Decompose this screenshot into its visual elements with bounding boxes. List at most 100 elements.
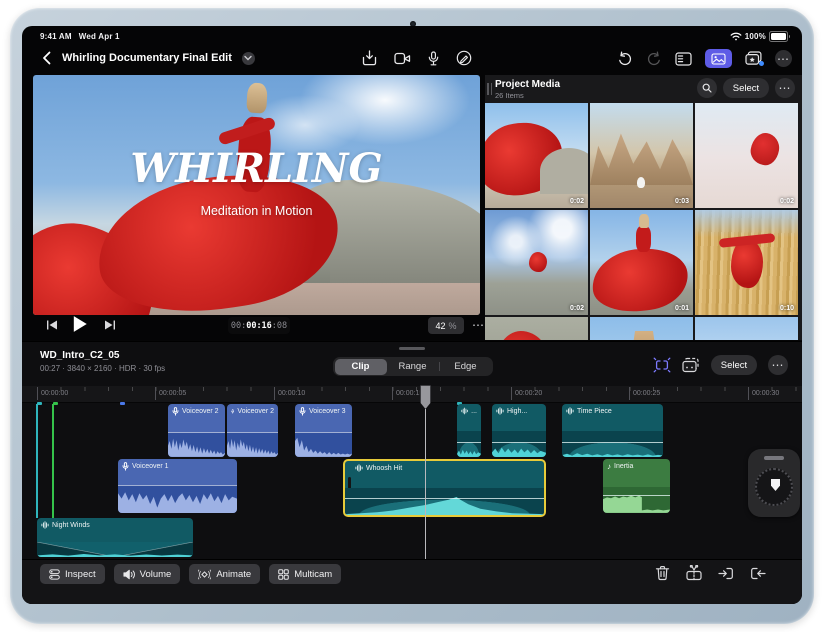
microphone-icon[interactable] <box>428 50 439 66</box>
duration-badge: 0:10 <box>779 305 794 312</box>
append-clip-icon[interactable] <box>750 566 766 581</box>
battery-percent: 100% <box>744 31 766 41</box>
project-media-title: Project Media <box>495 79 561 90</box>
toolbar-left: Whirling Documentary Final Edit <box>42 51 255 65</box>
playhead-line <box>425 406 426 559</box>
zoom-value: 42 <box>435 320 446 331</box>
video-viewer[interactable]: WHIRLING Meditation in Motion <box>33 75 480 315</box>
media-photo-icon[interactable] <box>705 49 732 68</box>
media-thumb[interactable] <box>590 317 693 340</box>
timeline-footer: Inspect Volume Animate Multicam <box>22 559 802 604</box>
timeline-clip-voiceover2a[interactable]: Voiceover 2 <box>168 404 225 457</box>
ruler-label: 00:00:05 <box>159 390 187 397</box>
media-thumb[interactable]: 0:02 <box>485 210 588 315</box>
jog-wheel-dial[interactable] <box>755 468 793 506</box>
media-thumb[interactable]: 0:02 <box>485 103 588 208</box>
project-media-panel: Project Media 26 Items Select ⋯ 0:02 0:0… <box>485 75 802 340</box>
more-options-icon[interactable]: ⋯ <box>775 50 792 67</box>
project-media-count: 26 Items <box>495 91 524 100</box>
screen: 9:41 AM Wed Apr 1 100% Whirling Document… <box>22 26 802 604</box>
media-thumb[interactable]: 0:03 <box>590 103 693 208</box>
media-grid: 0:02 0:03 0:02 0:02 0:01 0:10 <box>485 103 800 340</box>
redo-icon[interactable] <box>646 51 662 67</box>
timeline-more-icon[interactable]: ⋯ <box>768 355 788 375</box>
timeline-clip-whoosh-hit[interactable]: Whoosh Hit <box>343 459 546 517</box>
export-icon[interactable] <box>362 50 377 66</box>
play-icon[interactable] <box>72 315 88 333</box>
media-thumb[interactable]: 0:01 <box>590 210 693 315</box>
camera-icon[interactable] <box>394 52 411 65</box>
timeline-clip-inertia[interactable]: ♪ Inertia <box>603 459 670 513</box>
title-menu-chevron-icon[interactable] <box>241 51 255 65</box>
timeline-clip-sfx-high[interactable]: High... <box>492 404 546 457</box>
timeline-panel: WD_Intro_C2_05 00:27 · 3840 × 2160 · HDR… <box>22 341 802 604</box>
status-bar-right: 100% <box>730 31 790 42</box>
thin-clip[interactable] <box>36 404 38 518</box>
timecode[interactable]: 00: 00:16:08 <box>228 317 290 334</box>
mode-range[interactable]: Range <box>387 359 439 375</box>
inspect-button[interactable]: Inspect <box>40 564 105 584</box>
insert-clip-icon[interactable] <box>718 566 734 581</box>
timeline-clip-voiceover1[interactable]: Voiceover 1 <box>118 459 237 513</box>
timeline-clip-night-winds[interactable]: Night Winds <box>37 518 193 557</box>
undo-icon[interactable] <box>617 51 633 67</box>
ruler-label: 00:00:00 <box>41 390 69 397</box>
media-thumb[interactable] <box>485 317 588 340</box>
duration-badge: 0:02 <box>779 198 794 205</box>
mode-edge[interactable]: Edge <box>440 359 492 375</box>
mode-clip[interactable]: Clip <box>334 358 387 375</box>
search-icon[interactable] <box>697 78 717 98</box>
playhead-handle[interactable] <box>420 385 431 409</box>
library-star-icon[interactable] <box>745 51 764 66</box>
thin-clip[interactable] <box>52 404 54 518</box>
media-select-button[interactable]: Select <box>723 78 769 98</box>
status-time: 9:41 AM <box>40 32 72 41</box>
battery-icon <box>769 31 790 42</box>
viewer-zoom-control[interactable]: 42 % <box>428 317 464 334</box>
toolbar-right: ⋯ <box>617 49 792 68</box>
duration-badge: 0:02 <box>569 305 584 312</box>
wifi-icon <box>730 32 742 41</box>
media-thumb[interactable]: 0:10 <box>695 210 798 315</box>
timeline-ruler[interactable]: 00:00:00 00:00:05 00:00:10 00:00:15 00:0… <box>22 386 802 403</box>
timeline-clip-sfx-small[interactable]: ... <box>457 404 481 457</box>
viewer-more-icon[interactable]: ⋯ <box>472 319 485 331</box>
ruler-label: 00:00:20 <box>515 390 543 397</box>
media-thumb[interactable]: 0:02 <box>695 103 798 208</box>
timeline-clip-voiceover2b[interactable]: Voiceover 2 <box>227 404 278 457</box>
timeline-clip-meta: 00:27 · 3840 × 2160 · HDR · 30 fps <box>40 364 166 373</box>
clip-skimmer-icon[interactable] <box>682 357 700 373</box>
timeline-clip-voiceover3[interactable]: Voiceover 3 <box>295 404 352 457</box>
split-clip-icon[interactable] <box>686 565 702 581</box>
duration-badge: 0:03 <box>674 198 689 205</box>
snapping-icon[interactable] <box>653 357 671 373</box>
duration-badge: 0:02 <box>569 198 584 205</box>
project-title[interactable]: Whirling Documentary Final Edit <box>62 52 232 64</box>
notification-dot <box>759 61 764 66</box>
ruler-label: 00:00:15 <box>396 390 424 397</box>
animate-button[interactable]: Animate <box>189 564 261 584</box>
volume-button[interactable]: Volume <box>113 564 181 584</box>
note-icon: ♪ <box>607 462 611 471</box>
duration-badge: 0:01 <box>674 305 689 312</box>
status-date: Wed Apr 1 <box>78 32 120 41</box>
trash-icon[interactable] <box>655 565 670 581</box>
next-frame-icon[interactable] <box>104 319 116 331</box>
browser-list-icon[interactable] <box>675 51 692 66</box>
timeline-resize-handle[interactable] <box>399 347 425 350</box>
jog-wheel[interactable] <box>748 449 800 517</box>
media-more-icon[interactable]: ⋯ <box>775 78 795 98</box>
timeline-clip-time-piece[interactable]: Time Piece <box>562 404 663 457</box>
back-chevron-icon[interactable] <box>42 51 52 65</box>
status-bar-left: 9:41 AM Wed Apr 1 <box>40 32 120 41</box>
jog-pointer <box>771 479 780 491</box>
multicam-button[interactable]: Multicam <box>269 564 342 584</box>
previous-frame-icon[interactable] <box>46 319 58 331</box>
panel-drag-handle[interactable] <box>487 83 492 95</box>
jog-wheel-handle[interactable] <box>764 456 784 460</box>
ruler-label: 00:00:30 <box>752 390 780 397</box>
ruler-label: 00:00:25 <box>633 390 661 397</box>
timeline-select-button[interactable]: Select <box>711 355 757 375</box>
media-thumb[interactable] <box>695 317 798 340</box>
apple-pencil-icon[interactable] <box>456 50 472 66</box>
